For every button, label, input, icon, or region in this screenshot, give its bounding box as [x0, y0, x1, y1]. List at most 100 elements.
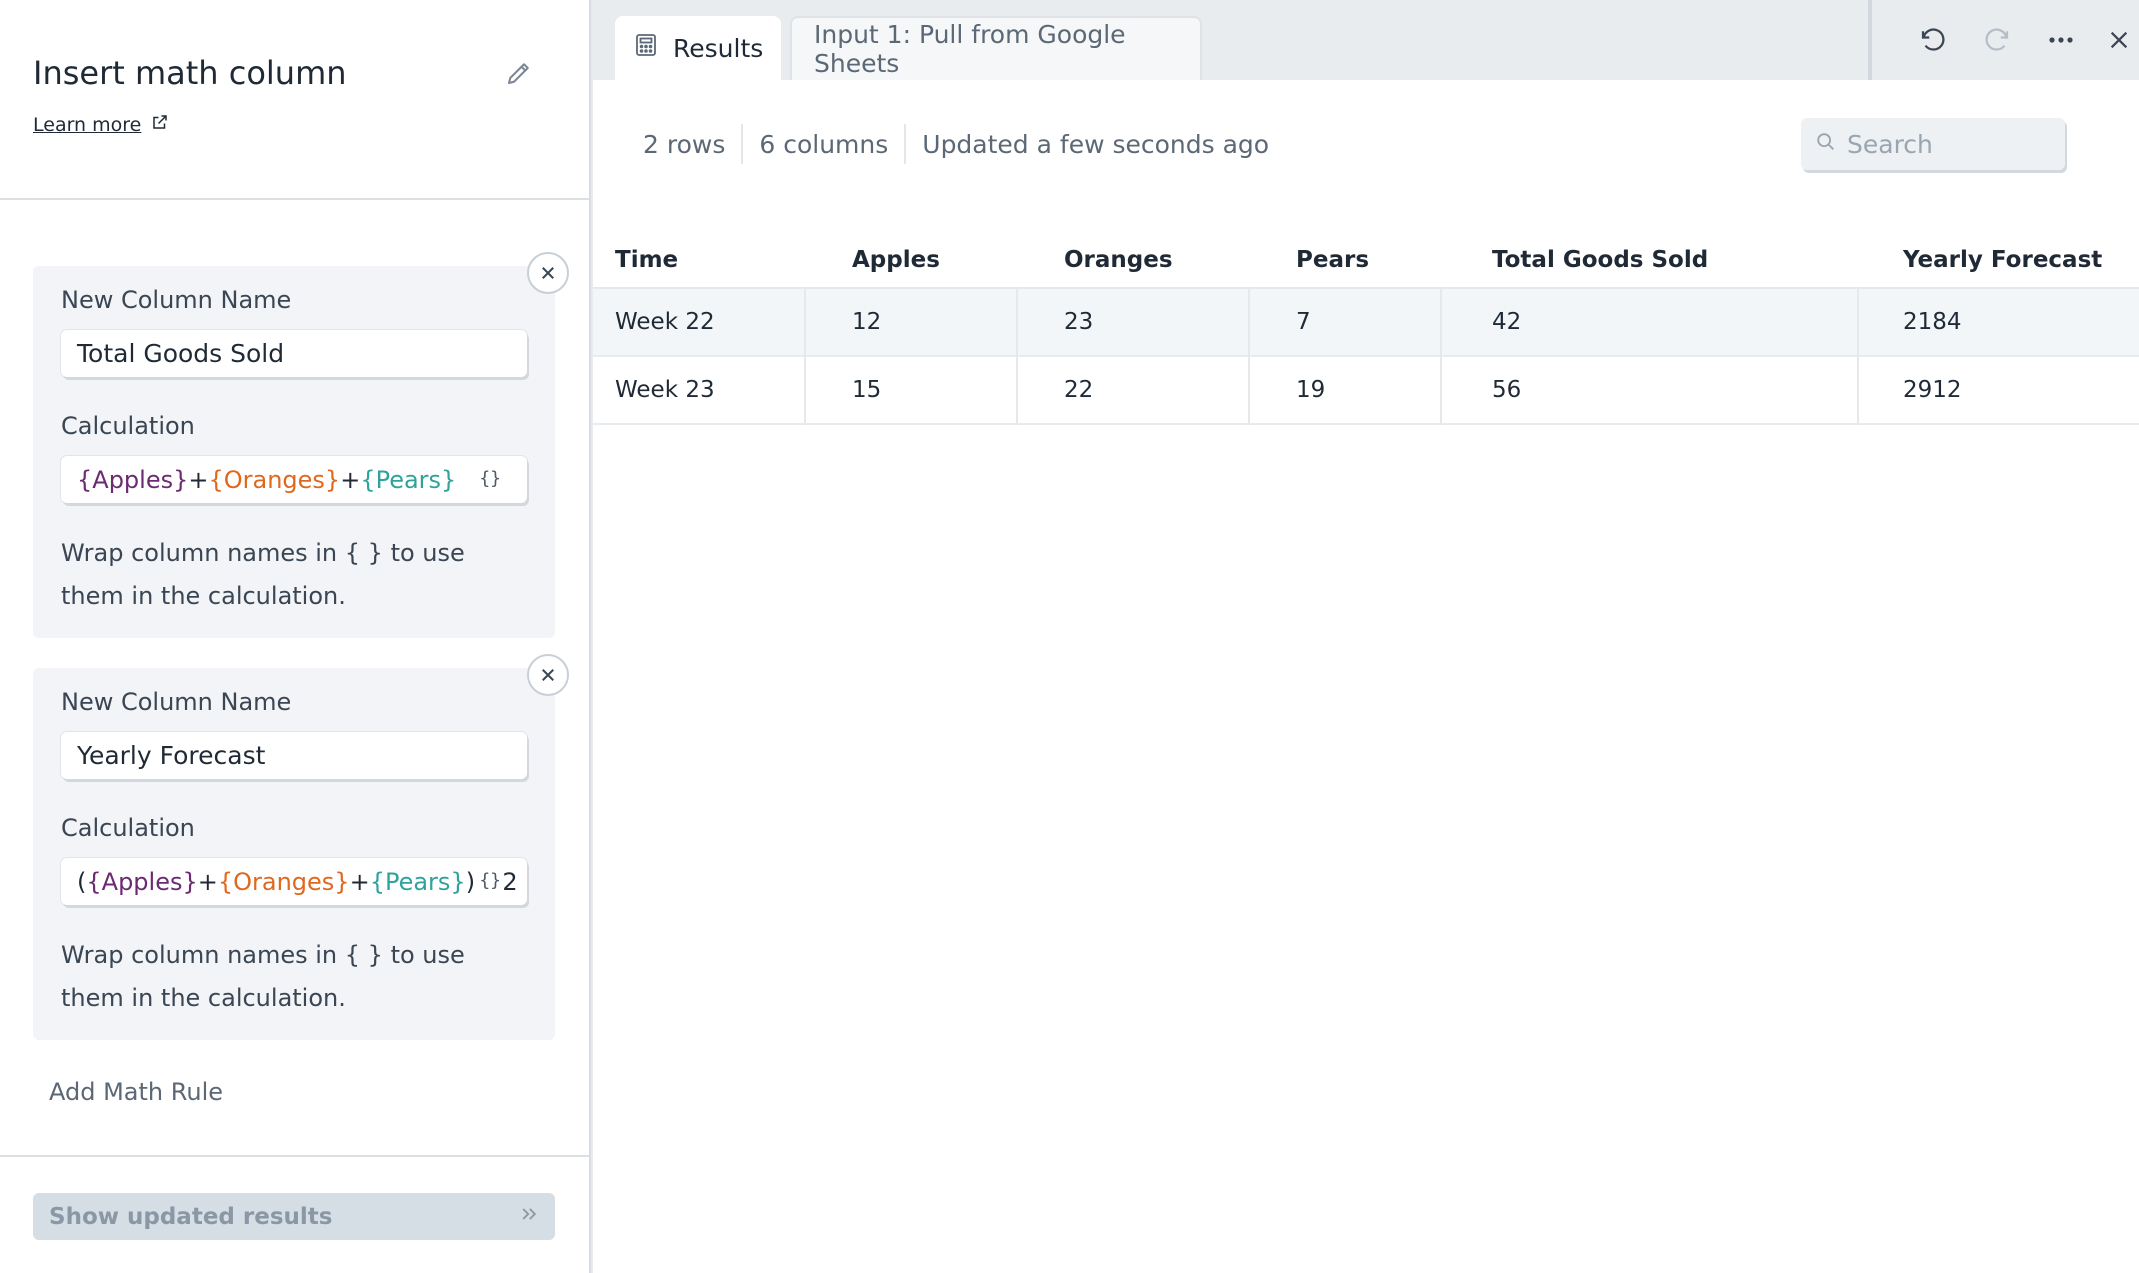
- table-cell: 56: [1492, 377, 1522, 403]
- column-divider: [1248, 289, 1250, 357]
- calculation-label: Calculation: [61, 412, 195, 440]
- column-divider: [1248, 357, 1250, 425]
- calculation-help-text: Wrap column names in { } to use them in …: [61, 539, 465, 610]
- learn-more-link[interactable]: Learn more: [33, 113, 169, 136]
- calc-token: {Pears}: [369, 867, 466, 896]
- braces-icon[interactable]: {}: [475, 870, 501, 891]
- calc-token: {Oranges}: [208, 465, 341, 494]
- calculator-icon: [635, 33, 657, 63]
- column-divider: [1016, 289, 1018, 357]
- calc-token: +: [197, 867, 218, 896]
- calculation-label: Calculation: [61, 814, 195, 842]
- column-header[interactable]: Oranges: [1064, 247, 1173, 273]
- column-divider: [804, 357, 806, 425]
- undo-icon: [1921, 28, 1945, 51]
- table-row: Week 23 15 22 19 56 2912: [593, 357, 2139, 425]
- column-header[interactable]: Apples: [852, 247, 940, 273]
- column-header[interactable]: Total Goods Sold: [1492, 247, 1708, 273]
- table-cell: Week 22: [615, 309, 715, 335]
- show-updated-results-label: Show updated results: [49, 1203, 333, 1230]
- redo-button[interactable]: [1975, 18, 2019, 62]
- remove-rule-button[interactable]: [527, 654, 569, 696]
- calc-token: {Apples}: [77, 465, 189, 494]
- table-cell: 7: [1296, 309, 1311, 335]
- table-cell: 2912: [1903, 377, 1962, 403]
- calc-token: (: [77, 867, 87, 896]
- table-cell: 23: [1064, 309, 1094, 335]
- column-header[interactable]: Yearly Forecast: [1903, 247, 2102, 273]
- table-cell: Week 23: [615, 377, 715, 403]
- table-cell: 15: [852, 377, 882, 403]
- table-cell: 19: [1296, 377, 1326, 403]
- row-count: 2 rows: [643, 129, 726, 159]
- column-name-input[interactable]: Yearly Forecast: [61, 732, 527, 779]
- column-header[interactable]: Time: [615, 247, 678, 273]
- calculation-input[interactable]: {Apples}+{Oranges}+{Pears} {}: [61, 456, 527, 503]
- column-divider: [1857, 357, 1859, 425]
- tab-bar: Results Input 1: Pull from Google Sheets: [593, 0, 2139, 80]
- more-options-button[interactable]: [2039, 18, 2083, 62]
- braces-icon[interactable]: {}: [475, 468, 501, 489]
- column-name-label: New Column Name: [61, 688, 292, 716]
- column-divider: [804, 289, 806, 357]
- search-icon: [1815, 130, 1837, 159]
- search-placeholder: Search: [1847, 129, 1933, 159]
- column-name-input[interactable]: Total Goods Sold: [61, 330, 527, 377]
- calculation-input[interactable]: ({Apples}+{Oranges}+{Pears})*52 {}: [61, 858, 527, 905]
- calculation-help-text: Wrap column names in { } to use them in …: [61, 941, 465, 1012]
- column-header[interactable]: Pears: [1296, 247, 1369, 273]
- step-title: Insert math column: [33, 54, 347, 92]
- calc-token: +: [340, 465, 361, 494]
- tab-results[interactable]: Results: [615, 16, 781, 80]
- tab-input-google-sheets[interactable]: Input 1: Pull from Google Sheets: [790, 16, 1202, 80]
- calc-token: {Oranges}: [217, 867, 350, 896]
- close-icon: [542, 267, 554, 279]
- calc-token: {Apples}: [86, 867, 198, 896]
- close-button[interactable]: [2097, 18, 2139, 62]
- column-divider: [1440, 289, 1442, 357]
- table-body: Week 22 12 23 7 42 2184 Week 23 15 22 19 56 2912: [593, 289, 2139, 425]
- double-chevron-right-icon: [519, 1204, 539, 1230]
- calc-token: +: [188, 465, 209, 494]
- add-math-rule-button[interactable]: Add Math Rule: [49, 1078, 223, 1106]
- column-count: 6 columns: [759, 129, 889, 159]
- tab-input-label: Input 1: Pull from Google Sheets: [814, 20, 1126, 78]
- table-cell: 12: [852, 309, 882, 335]
- table-header-row: Time Apples Oranges Pears Total Goods Sold Ye…: [593, 225, 2139, 289]
- pencil-icon[interactable]: [504, 58, 536, 90]
- column-divider: [1016, 357, 1018, 425]
- close-icon: [2110, 31, 2128, 49]
- results-table: Time Apples Oranges Pears Total Goods Sold Ye…: [593, 225, 2139, 425]
- table-cell: 22: [1064, 377, 1094, 403]
- calculation-expression: {Apples}+{Oranges}+{Pears}: [77, 466, 456, 494]
- calculation-expression: ({Apples}+{Oranges}+{Pears})*52: [77, 868, 518, 896]
- close-icon: [542, 669, 554, 681]
- table-row: Week 22 12 23 7 42 2184: [593, 289, 2139, 357]
- calc-token: +: [349, 867, 370, 896]
- external-link-icon: [151, 113, 169, 136]
- divider: [0, 1155, 589, 1157]
- undo-button[interactable]: [1911, 18, 1955, 62]
- results-panel: Results Input 1: Pull from Google Sheets: [593, 0, 2139, 1273]
- table-cell: 42: [1492, 309, 1522, 335]
- column-divider: [1440, 357, 1442, 425]
- search-input[interactable]: Search: [1801, 118, 2065, 170]
- tab-results-label: Results: [673, 33, 764, 63]
- math-rule-card: New Column Name Total Goods Sold Calcula…: [33, 252, 569, 638]
- column-divider: [1857, 289, 1859, 357]
- ellipsis-icon: [2049, 37, 2073, 43]
- calc-token: {Pears}: [360, 465, 457, 494]
- table-cell: 2184: [1903, 309, 1962, 335]
- redo-icon: [1985, 28, 2009, 51]
- toolbar-divider: [1868, 0, 1872, 80]
- math-rule-card: New Column Name Yearly Forecast Calculat…: [33, 654, 569, 1040]
- updated-status: Updated a few seconds ago: [922, 129, 1270, 159]
- results-meta: 2 rows 6 columns Updated a few seconds a…: [593, 122, 1285, 166]
- remove-rule-button[interactable]: [527, 252, 569, 294]
- learn-more-label: Learn more: [33, 113, 142, 136]
- show-updated-results-button[interactable]: Show updated results: [33, 1193, 555, 1240]
- column-name-label: New Column Name: [61, 286, 292, 314]
- app-window: Insert math column Learn more New Column…: [0, 0, 2139, 1273]
- step-header: Insert math column Learn more: [0, 0, 589, 200]
- step-config-panel: Insert math column Learn more New Column…: [0, 0, 591, 1273]
